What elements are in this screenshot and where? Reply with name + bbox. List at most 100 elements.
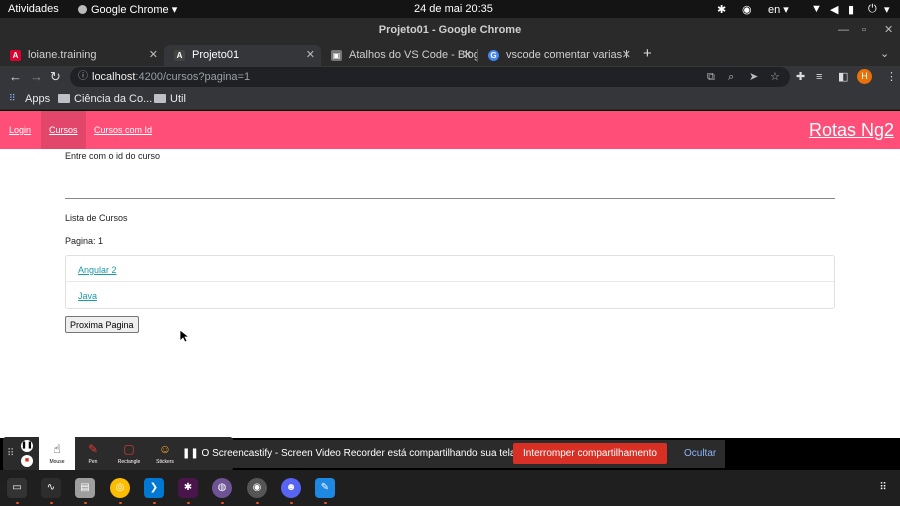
profile-avatar[interactable]: H bbox=[857, 69, 872, 84]
bookmark-folder-util[interactable]: Util bbox=[154, 88, 186, 110]
zoom-icon[interactable]: ⌕ bbox=[728, 67, 734, 87]
rectangle-icon: ▢ bbox=[123, 442, 135, 456]
page-number: Pagina: 1 bbox=[65, 236, 104, 246]
course-id-input[interactable] bbox=[65, 173, 835, 199]
bookmark-star-icon[interactable]: ☆ bbox=[770, 67, 780, 87]
tab-atalhos-vscode[interactable]: ▣ Atalhos do VS Code - Blog ✕ bbox=[321, 45, 478, 66]
close-icon[interactable]: ✕ bbox=[149, 45, 158, 66]
bookmark-folder-ciencia[interactable]: Ciência da Co... bbox=[58, 88, 152, 110]
stop-recording-icon[interactable]: ■ bbox=[21, 455, 33, 467]
clock[interactable]: 24 de mai 20:35 bbox=[414, 3, 493, 15]
reading-list-icon[interactable]: ≡ bbox=[816, 69, 822, 85]
send-icon[interactable]: ➤ bbox=[749, 67, 758, 87]
wifi-icon[interactable]: ▼ bbox=[811, 3, 822, 15]
github-icon[interactable]: ◍ bbox=[212, 478, 232, 498]
rectangle-tool-button[interactable]: ▢ Rectangle bbox=[111, 437, 147, 471]
running-indicator bbox=[153, 502, 156, 504]
nav-link-login[interactable]: Login bbox=[9, 111, 31, 149]
tool-label: Pen bbox=[88, 459, 98, 465]
tab-projeto01[interactable]: A Projeto01 ✕ bbox=[164, 45, 321, 66]
running-indicator bbox=[119, 502, 122, 504]
address-bar[interactable]: ⓘ localhost:4200/cursos?pagina=1 ⧉ ⌕ ➤ ☆ bbox=[70, 67, 790, 87]
discord-tray-icon[interactable]: ◉ bbox=[742, 3, 752, 16]
activities-button[interactable]: Atividades bbox=[8, 3, 59, 15]
folder-icon bbox=[154, 94, 166, 103]
minimize-icon[interactable]: — bbox=[838, 18, 849, 42]
system-monitor-icon[interactable]: ∿ bbox=[41, 478, 61, 498]
chevron-down-icon[interactable]: ▾ bbox=[884, 3, 890, 16]
tab-vscode-comentar[interactable]: G vscode comentar varias l ✕ bbox=[478, 45, 637, 66]
course-link-angular-2[interactable]: Angular 2 bbox=[78, 265, 117, 275]
drag-handle-icon[interactable]: ⠿ bbox=[7, 448, 14, 459]
tool-label: Rectangle bbox=[117, 459, 141, 465]
discord-icon[interactable]: ☻ bbox=[281, 478, 301, 498]
tab-label: loiane.training bbox=[28, 49, 97, 61]
battery-icon[interactable]: ▮ bbox=[848, 3, 854, 16]
running-indicator bbox=[16, 502, 19, 504]
close-icon[interactable]: ✕ bbox=[622, 45, 631, 66]
running-indicator bbox=[187, 502, 190, 504]
back-icon[interactable]: ← bbox=[9, 68, 22, 86]
close-icon[interactable]: ✕ bbox=[306, 45, 315, 66]
menu-icon[interactable]: ⋮ bbox=[886, 69, 897, 85]
brand-link[interactable]: Rotas Ng2 bbox=[809, 111, 894, 149]
show-apps-icon[interactable]: ⠿ bbox=[873, 478, 893, 498]
translate-icon[interactable]: ⧉ bbox=[707, 67, 715, 87]
nav-link-cursos-com-id[interactable]: Cursos com Id bbox=[94, 111, 152, 149]
power-icon[interactable]: ⏻ bbox=[868, 3, 877, 16]
url-path: :4200/cursos?pagina=1 bbox=[135, 71, 251, 83]
side-panel-icon[interactable]: ◧ bbox=[838, 69, 848, 85]
tab-label: Projeto01 bbox=[192, 49, 240, 61]
mouse-tool-button[interactable]: ☝ Mouse bbox=[39, 437, 75, 471]
extensions-icon[interactable]: ✚ bbox=[796, 69, 805, 85]
info-icon[interactable]: ⓘ bbox=[78, 67, 88, 87]
tab-search-icon[interactable]: ⌄ bbox=[880, 42, 889, 66]
bookmark-apps[interactable]: ⠿ Apps bbox=[9, 88, 50, 110]
vscode-icon[interactable]: ❯ bbox=[144, 478, 164, 498]
language-label: en bbox=[768, 4, 781, 16]
blog-icon: ▣ bbox=[331, 50, 342, 61]
tab-label: vscode comentar varias l bbox=[506, 49, 628, 61]
pause-icon[interactable]: ❚❚ bbox=[21, 440, 33, 452]
reload-icon[interactable]: ↻ bbox=[50, 68, 61, 86]
app-menu[interactable]: Google Chrome ▾ bbox=[78, 3, 177, 16]
hide-notice-button[interactable]: Ocultar bbox=[684, 440, 716, 468]
stop-sharing-button[interactable]: Interromper compartilhamento bbox=[513, 443, 667, 464]
navigation-bar: ← → ↻ ⓘ localhost:4200/cursos?pagina=1 ⧉… bbox=[0, 66, 900, 88]
tab-strip: A loiane.training ✕ A Projeto01 ✕ ▣ Atal… bbox=[0, 42, 900, 66]
bookmarks-bar: ⠿ Apps Ciência da Co... Util bbox=[0, 88, 900, 110]
chrome-icon[interactable]: ◎ bbox=[110, 478, 130, 498]
files-icon[interactable]: ▤ bbox=[75, 478, 95, 498]
course-list: Angular 2 Java bbox=[65, 255, 835, 309]
running-indicator bbox=[324, 502, 327, 504]
list-item: Java bbox=[66, 282, 834, 308]
close-window-icon[interactable]: ✕ bbox=[884, 18, 893, 42]
forward-icon[interactable]: → bbox=[30, 68, 43, 86]
chevron-down-icon: ▾ bbox=[171, 4, 178, 16]
window-title: Projeto01 - Google Chrome bbox=[378, 24, 522, 36]
bookmark-label: Ciência da Co... bbox=[74, 93, 153, 105]
app-menu-label: Google Chrome bbox=[91, 4, 169, 16]
taskbar: ▭ ∿ ▤ ◎ ❯ ✱ ◍ ◉ ☻ ✎ ⠿ bbox=[0, 470, 900, 506]
settings-indicator-icon[interactable]: ✱ bbox=[717, 3, 726, 16]
mouse-pointer-icon: ☝ bbox=[53, 442, 61, 456]
new-tab-button[interactable]: + bbox=[643, 42, 652, 66]
maximize-icon[interactable]: ▫ bbox=[862, 18, 866, 42]
volume-icon[interactable]: ◀ bbox=[830, 3, 838, 16]
nav-link-cursos[interactable]: Cursos bbox=[41, 111, 86, 149]
language-indicator[interactable]: en ▾ bbox=[768, 3, 789, 16]
pen-tool-button[interactable]: ✎ Pen bbox=[75, 437, 111, 471]
app-circle-icon[interactable]: ◉ bbox=[247, 478, 267, 498]
slack-icon[interactable]: ✱ bbox=[178, 478, 198, 498]
next-page-button[interactable]: Proxima Pagina bbox=[65, 316, 139, 333]
apps-grid-icon: ⠿ bbox=[9, 93, 16, 103]
screen-share-notice: ❚❚ O Screencastify - Screen Video Record… bbox=[176, 440, 725, 468]
close-icon[interactable]: ✕ bbox=[463, 45, 472, 66]
course-link-java[interactable]: Java bbox=[78, 291, 97, 301]
angular-icon: A bbox=[174, 50, 185, 61]
bookmark-label: Util bbox=[170, 93, 186, 105]
terminal-icon[interactable]: ▭ bbox=[7, 478, 27, 498]
text-editor-icon[interactable]: ✎ bbox=[315, 478, 335, 498]
share-message: O Screencastify - Screen Video Recorder … bbox=[201, 448, 519, 459]
tab-loiane-training[interactable]: A loiane.training ✕ bbox=[0, 45, 164, 66]
